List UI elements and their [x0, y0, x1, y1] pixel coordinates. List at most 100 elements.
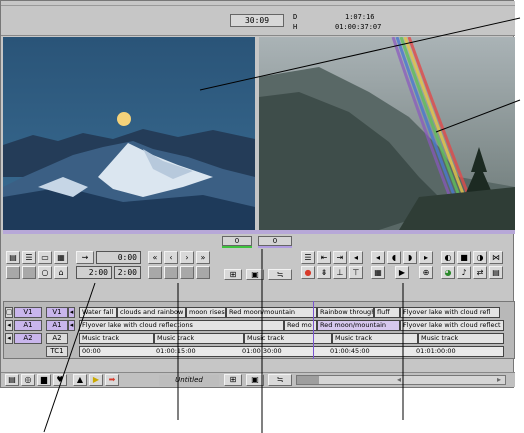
edit-button-1[interactable]: ☰	[301, 251, 315, 264]
bottom-overwrite-button[interactable]: ▣	[246, 374, 264, 386]
timeline-clip[interactable]: Music track	[332, 333, 418, 344]
splice-view-button[interactable]: ⊞	[224, 269, 242, 280]
timeline-clip[interactable]: Music track	[79, 333, 154, 344]
record-icon: ●	[304, 267, 312, 277]
track-lock-v1[interactable]: ▢	[5, 307, 13, 318]
record-position-bar[interactable]	[258, 246, 292, 248]
bottom-audio-button[interactable]: ≒	[268, 374, 292, 386]
edit-button-5[interactable]: ◂	[371, 251, 385, 264]
edit-button-12[interactable]: ⋈	[489, 251, 503, 264]
source-position-bar[interactable]	[222, 246, 252, 248]
mark-in-icon: ◖	[391, 252, 397, 262]
monitor-position-strip[interactable]	[3, 230, 515, 234]
overwrite-view-button[interactable]: ▣	[246, 269, 264, 280]
track-arrow-v1[interactable]: ◂	[68, 307, 75, 318]
toolbar-button-7[interactable]: ○	[38, 266, 52, 279]
record-monitor[interactable]	[259, 37, 515, 230]
toolbar-button-4[interactable]: ▦	[54, 251, 68, 264]
toolbar-button-8[interactable]: ⌂	[54, 266, 68, 279]
bottom-splice-button[interactable]: ⊞	[224, 374, 242, 386]
timeline-clip[interactable]: Red moon/mountain	[317, 320, 400, 331]
timeline-scrollbar[interactable]: ◂ ▸	[296, 375, 506, 385]
record-track-a1[interactable]: A1	[14, 320, 42, 331]
source-track-tc1[interactable]: TC1	[46, 346, 68, 357]
splice-in-button[interactable]: ⊤	[349, 266, 363, 279]
bottom-button-4[interactable]: ♥	[53, 374, 67, 386]
audio-view-button[interactable]: ≒	[268, 269, 292, 280]
transport-button-5[interactable]	[148, 266, 162, 279]
mark-field-bottom-right[interactable]: 2:00	[114, 266, 141, 279]
bottom-button-6[interactable]: ▶	[89, 374, 103, 386]
splice-in-icon: ⊤	[352, 267, 360, 277]
bottom-button-7[interactable]: ➡	[105, 374, 119, 386]
monitor-icon: ▆	[40, 375, 48, 384]
timeline-clip[interactable]: Flyover lake with cloud reflections	[79, 320, 284, 331]
timeline-clip[interactable]: Red moon/mountain	[226, 307, 317, 318]
mark-in-button[interactable]: ◖	[387, 251, 401, 264]
clip-grid-button[interactable]: ▦	[371, 266, 385, 279]
edit-button-8[interactable]: ▸	[419, 251, 433, 264]
bottom-button-5[interactable]: ▲	[73, 374, 87, 386]
play-button[interactable]: ▶	[395, 266, 409, 279]
timeline-clip[interactable]: Rainbow through	[317, 307, 374, 318]
step-back-button[interactable]: ‹	[164, 251, 178, 264]
mark-out-button[interactable]: ◗	[403, 251, 417, 264]
timeline-clip[interactable]: fluff	[374, 307, 400, 318]
record-track-a2[interactable]: A2	[14, 333, 42, 344]
toolbar-button-2[interactable]: ☰	[22, 251, 36, 264]
scrollbar-thumb[interactable]	[297, 376, 319, 384]
toolbar-button-5[interactable]	[6, 266, 20, 279]
edit-button-10[interactable]: ■	[457, 251, 471, 264]
edit-button-2[interactable]: ⇤	[317, 251, 331, 264]
record-track-v1[interactable]: V1	[14, 307, 42, 318]
match-frame-button[interactable]: ⊕	[419, 266, 433, 279]
bottom-button-1[interactable]: ▤	[5, 374, 19, 386]
mark-out-icon: ◗	[407, 252, 413, 262]
edit-button-3[interactable]: ⇥	[333, 251, 347, 264]
mark-field-bottom-left[interactable]: 2:00	[76, 266, 112, 279]
track-arrow-a1[interactable]: ◂	[68, 320, 75, 331]
edit-button-11[interactable]: ◑	[473, 251, 487, 264]
timeline-playhead[interactable]	[313, 301, 314, 359]
source-track-v1[interactable]: V1	[46, 307, 68, 318]
transport-button-8[interactable]	[196, 266, 210, 279]
bottom-button-2[interactable]: ◎	[21, 374, 35, 386]
track-row-a2: ◂ A2 A2 Music track Music track Music tr…	[4, 333, 516, 345]
audio-mix-button[interactable]: ♪	[457, 266, 471, 279]
track-lock-a1[interactable]: ◂	[5, 320, 13, 331]
render-button[interactable]: ▤	[489, 266, 503, 279]
rewind-button[interactable]: «	[148, 251, 162, 264]
swap-button[interactable]: ⇄	[473, 266, 487, 279]
timeline-clip[interactable]: Flyover lake with cloud reflect	[400, 320, 504, 331]
source-monitor[interactable]	[3, 37, 255, 230]
toolbar-button-1[interactable]: ▤	[6, 251, 20, 264]
toolbar-button-6[interactable]	[22, 266, 36, 279]
timeline-clip[interactable]: Flyover lake with cloud refl	[400, 307, 500, 318]
track-lock-a2[interactable]: ◂	[5, 333, 13, 344]
timeline-clip[interactable]: moon rises	[186, 307, 226, 318]
source-track-a1[interactable]: A1	[46, 320, 68, 331]
record-button[interactable]: ●	[301, 266, 315, 279]
timeline-clip[interactable]: clouds and rainbow	[117, 307, 186, 318]
extract-button[interactable]: ⊥	[333, 266, 347, 279]
list-icon: ☰	[25, 252, 33, 262]
source-track-a2[interactable]: A2	[46, 333, 68, 344]
fast-forward-button[interactable]: »	[196, 251, 210, 264]
bottom-button-3[interactable]: ▆	[37, 374, 51, 386]
scroll-right-arrow-icon[interactable]: ▸	[497, 375, 501, 384]
transport-button-6[interactable]	[164, 266, 178, 279]
timeline-clip[interactable]: Music track	[418, 333, 504, 344]
scroll-left-arrow-icon[interactable]: ◂	[397, 375, 401, 384]
mark-field-top[interactable]: 0:00	[96, 251, 141, 264]
step-forward-button[interactable]: ›	[180, 251, 194, 264]
edit-button-4[interactable]: ◂	[349, 251, 363, 264]
edit-button-9[interactable]: ◐	[441, 251, 455, 264]
timeline-clip[interactable]: Music track	[154, 333, 244, 344]
transport-button-7[interactable]	[180, 266, 194, 279]
lift-button[interactable]: ⇟	[317, 266, 331, 279]
timeline-clip[interactable]: Music track	[244, 333, 332, 344]
timeline-clip[interactable]: Water fall	[79, 307, 117, 318]
speed-button[interactable]: ⇝	[76, 251, 94, 264]
toolbar-button-3[interactable]: ▭	[38, 251, 52, 264]
effect-button[interactable]: ◕	[441, 266, 455, 279]
